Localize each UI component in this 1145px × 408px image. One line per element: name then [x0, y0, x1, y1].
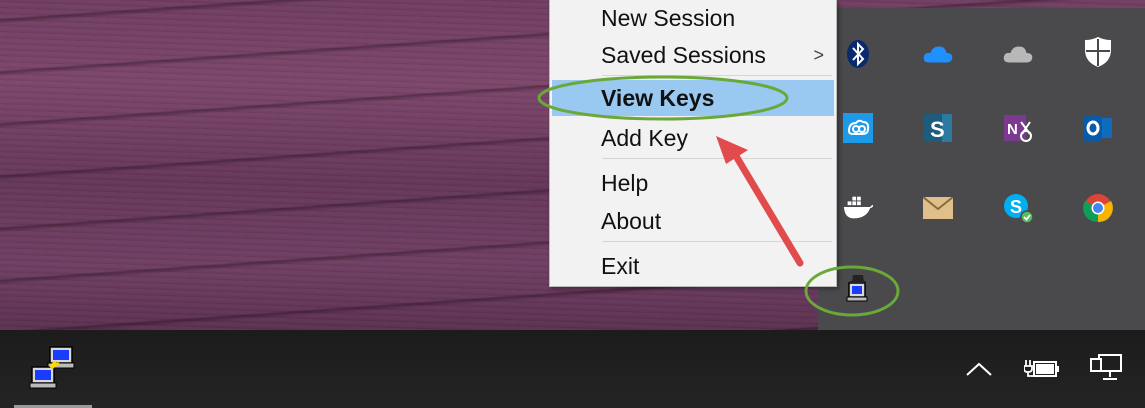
- onenote-clipper-icon[interactable]: N: [1002, 112, 1034, 144]
- tray-overflow-flyout: S N S: [818, 8, 1145, 330]
- menu-item-label: Saved Sessions: [601, 42, 766, 68]
- putty-network-icon[interactable]: [28, 344, 78, 394]
- sway-icon[interactable]: S: [922, 112, 954, 144]
- menu-item-label: Add Key: [601, 125, 688, 151]
- sync-icon[interactable]: [842, 112, 874, 144]
- onedrive-gray-icon[interactable]: [1002, 38, 1034, 70]
- menu-item-view-keys[interactable]: View Keys: [552, 80, 834, 116]
- svg-text:N: N: [1007, 121, 1018, 138]
- onedrive-icon[interactable]: [922, 38, 954, 70]
- menu-item-label: New Session: [601, 5, 736, 31]
- pageant-icon[interactable]: [842, 272, 874, 304]
- menu-item-label: Help: [601, 170, 649, 196]
- menu-item-exit[interactable]: Exit: [552, 248, 834, 284]
- menu-separator: [602, 158, 832, 159]
- chrome-icon[interactable]: [1082, 192, 1114, 224]
- windows-defender-icon[interactable]: [1082, 36, 1114, 68]
- skype-icon[interactable]: S: [1002, 192, 1034, 224]
- menu-item-label: Exit: [601, 253, 640, 279]
- menu-item-help[interactable]: Help: [552, 165, 834, 201]
- svg-text:S: S: [1010, 197, 1022, 217]
- menu-item-new-session[interactable]: New Session: [552, 0, 834, 36]
- outlook-icon[interactable]: [1082, 112, 1114, 144]
- show-hidden-icons-chevron[interactable]: [962, 352, 996, 386]
- menu-item-label: View Keys: [601, 85, 715, 111]
- menu-item-label: About: [601, 208, 662, 234]
- submenu-arrow-icon: >: [813, 45, 824, 65]
- menu-item-about[interactable]: About: [552, 203, 834, 239]
- mail-icon[interactable]: [922, 192, 954, 224]
- power-battery-icon[interactable]: [1022, 350, 1062, 386]
- taskbar: [0, 330, 1145, 408]
- network-icon[interactable]: [1086, 350, 1126, 386]
- docker-icon[interactable]: [842, 192, 874, 224]
- context-menu: New Session Saved Sessions > View Keys A…: [549, 0, 837, 287]
- svg-text:S: S: [930, 117, 945, 142]
- bluetooth-icon[interactable]: [842, 38, 874, 70]
- menu-separator: [602, 75, 832, 76]
- menu-item-saved-sessions[interactable]: Saved Sessions >: [552, 37, 834, 73]
- menu-separator: [602, 241, 832, 242]
- menu-item-add-key[interactable]: Add Key: [552, 120, 834, 156]
